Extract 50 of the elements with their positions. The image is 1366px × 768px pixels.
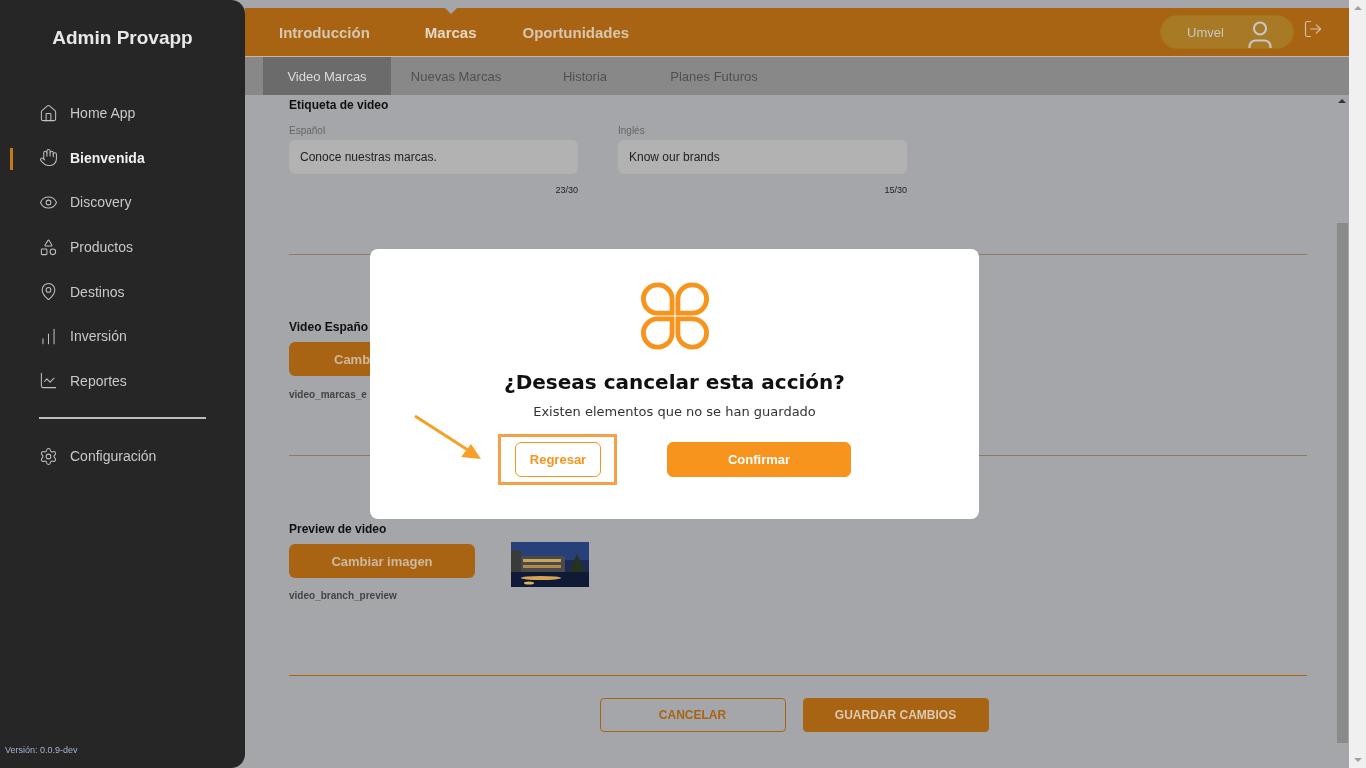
location-pin-icon — [39, 282, 58, 302]
home-icon — [39, 103, 58, 123]
sub-tab[interactable]: Planes Futuros — [649, 57, 779, 95]
cancel-button[interactable]: CANCELAR — [599, 698, 786, 732]
dialog-message: Existen elementos que no se han guardado — [533, 404, 816, 419]
shapes-icon — [39, 237, 58, 257]
nav-tab[interactable]: Marcas — [424, 23, 477, 41]
nav-tab[interactable]: Oportunidades — [522, 23, 630, 41]
sidebar-item[interactable]: Inversión — [0, 313, 245, 359]
sub-tab[interactable]: Nuevas Marcas — [391, 57, 521, 95]
eye-icon — [39, 193, 58, 212]
version-label: Versión: 0.0.9-dev — [4, 745, 79, 757]
sidebar-item[interactable]: Configuración — [0, 434, 245, 479]
sidebar-item[interactable]: Home App — [0, 91, 245, 136]
char-counter: 23/30 — [554, 185, 578, 195]
page-scrollbar[interactable] — [1349, 0, 1366, 768]
sidebar-item[interactable]: Discovery — [0, 180, 245, 225]
sidebar-item[interactable]: Productos — [0, 224, 245, 270]
file-name: video_marcas_e — [289, 389, 368, 400]
back-button[interactable]: Regresar — [515, 442, 601, 477]
hand-icon — [39, 148, 58, 168]
logout-icon[interactable] — [1303, 19, 1323, 39]
app-title: Admin Provapp — [51, 27, 194, 49]
save-button[interactable]: GUARDAR CAMBIOS — [802, 698, 989, 732]
file-name: video_branch_preview — [289, 590, 398, 601]
sidebar-item[interactable]: Destinos — [0, 269, 245, 314]
confirm-button[interactable]: Confirmar — [667, 442, 851, 477]
user-pill[interactable]: Umvel — [1160, 15, 1294, 49]
tab-indicator — [443, 6, 458, 14]
user-name: Umvel — [1187, 24, 1224, 40]
sidebar-item[interactable]: Bienvenida — [0, 135, 245, 181]
field-label: Español — [289, 125, 327, 136]
section-title: Preview de video — [289, 522, 388, 536]
active-indicator — [10, 147, 13, 170]
sub-tab[interactable]: Historia — [521, 57, 649, 95]
clover-logo-icon — [640, 282, 709, 350]
sidebar-item[interactable]: Reportes — [0, 358, 245, 404]
settings-icon — [39, 446, 58, 466]
field-label: Inglés — [618, 125, 646, 136]
nav-tab[interactable]: Introducción — [279, 23, 370, 41]
input-field[interactable]: Know our brands — [618, 140, 907, 174]
bar-chart-icon — [39, 326, 58, 346]
change-image-button[interactable]: Cambiar imagen — [289, 544, 475, 578]
dialog-title: ¿Deseas cancelar esta acción? — [504, 370, 845, 394]
char-counter: 15/30 — [883, 185, 907, 195]
section-title: Etiqueta de video — [289, 98, 390, 112]
sub-tab[interactable]: Video Marcas — [263, 57, 391, 95]
section-title: Video Españo — [289, 320, 370, 334]
line-chart-icon — [39, 371, 58, 391]
input-field[interactable]: Conoce nuestras marcas. — [289, 140, 578, 174]
